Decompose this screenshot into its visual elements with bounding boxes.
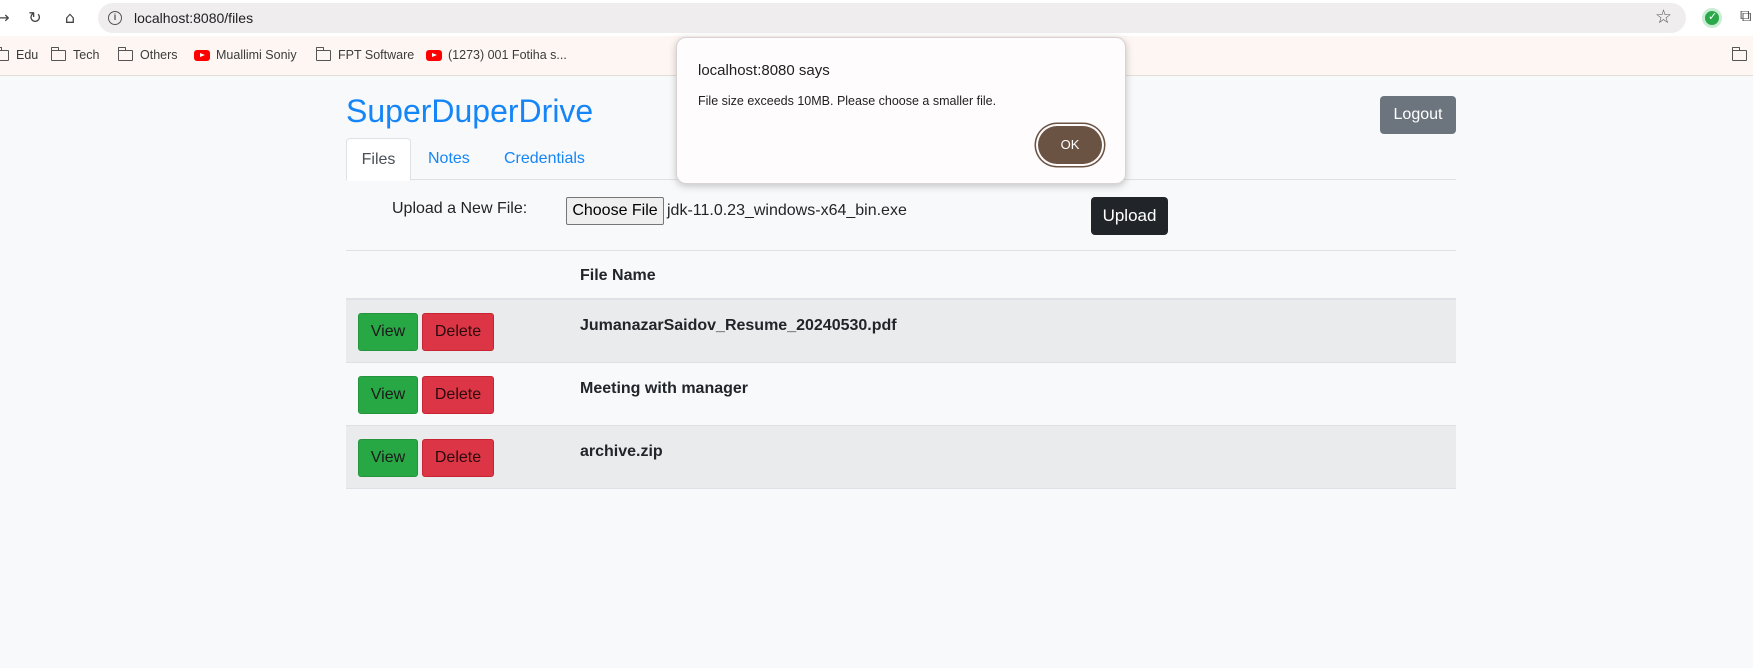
bookmark-fotiha[interactable]: (1273) 001 Fotiha s... <box>426 46 567 64</box>
table-row: View Delete Meeting with manager <box>346 363 1456 426</box>
folder-icon <box>117 46 133 61</box>
dialog-ok-button[interactable]: OK <box>1038 126 1102 164</box>
address-url[interactable]: localhost:8080/files <box>134 10 253 26</box>
logout-button[interactable]: Logout <box>1380 96 1456 134</box>
youtube-icon <box>194 49 210 61</box>
folder-icon <box>315 46 331 61</box>
alert-dialog: localhost:8080 says File size exceeds 10… <box>676 37 1126 184</box>
bookmark-edu[interactable]: Edu <box>0 46 38 64</box>
bookmark-label: FPT Software <box>338 48 415 62</box>
extensions-puzzle-icon[interactable]: ⧉ <box>1740 6 1751 26</box>
bookmark-muallimi-soniy[interactable]: Muallimi Soniy <box>194 46 297 64</box>
bookmark-label: Muallimi Soniy <box>216 48 297 62</box>
files-table: File Name View Delete JumanazarSaidov_Re… <box>346 250 1456 489</box>
dialog-message: File size exceeds 10MB. Please choose a … <box>698 94 997 108</box>
table-header: File Name <box>346 250 1456 300</box>
dialog-title: localhost:8080 says <box>698 62 830 79</box>
back-arrow-icon[interactable]: → <box>0 7 14 29</box>
delete-button[interactable]: Delete <box>422 313 494 351</box>
choose-file-button[interactable]: Choose File <box>566 197 664 225</box>
upload-label: Upload a New File: <box>392 200 528 217</box>
bookmark-label: Others <box>140 48 178 62</box>
site-info-icon[interactable]: i <box>108 11 122 25</box>
bookmark-label: (1273) 001 Fotiha s... <box>448 48 567 62</box>
address-bar[interactable]: i localhost:8080/files ☆ <box>98 3 1686 33</box>
view-button[interactable]: View <box>358 313 418 351</box>
bookmark-folder-overflow[interactable] <box>1731 46 1753 64</box>
folder-icon <box>1731 46 1747 61</box>
file-name-cell: archive.zip <box>580 443 663 460</box>
tab-notes[interactable]: Notes <box>428 138 470 180</box>
tab-credentials[interactable]: Credentials <box>504 138 585 180</box>
bookmark-label: Tech <box>73 48 100 62</box>
upload-button[interactable]: Upload <box>1091 197 1168 235</box>
extension-shield-icon[interactable] <box>1702 8 1722 28</box>
tab-files[interactable]: Files <box>346 138 411 181</box>
delete-button[interactable]: Delete <box>422 439 494 477</box>
browser-toolbar: → ↻ ⌂ i localhost:8080/files ☆ ⧉ <box>0 0 1753 36</box>
view-button[interactable]: View <box>358 376 418 414</box>
bookmark-star-icon[interactable]: ☆ <box>1655 6 1672 28</box>
table-row: View Delete archive.zip <box>346 426 1456 489</box>
bookmark-fpt-software[interactable]: FPT Software <box>315 46 415 64</box>
bookmark-others[interactable]: Others <box>117 46 178 64</box>
table-row: View Delete JumanazarSaidov_Resume_20240… <box>346 300 1456 363</box>
bookmark-tech[interactable]: Tech <box>50 46 100 64</box>
folder-icon <box>0 46 9 61</box>
column-header-file-name: File Name <box>580 267 656 284</box>
view-button[interactable]: View <box>358 439 418 477</box>
delete-button[interactable]: Delete <box>422 376 494 414</box>
brand-title: SuperDuperDrive <box>346 93 594 129</box>
bookmark-label: Edu <box>16 48 39 62</box>
file-name-cell: Meeting with manager <box>580 380 749 397</box>
folder-icon <box>50 46 66 61</box>
file-name-cell: JumanazarSaidov_Resume_20240530.pdf <box>580 317 897 334</box>
home-icon[interactable]: ⌂ <box>59 7 81 29</box>
chosen-file-name: jdk-11.0.23_windows-x64_bin.exe <box>667 202 907 219</box>
youtube-icon <box>426 49 442 61</box>
reload-icon[interactable]: ↻ <box>24 7 46 29</box>
